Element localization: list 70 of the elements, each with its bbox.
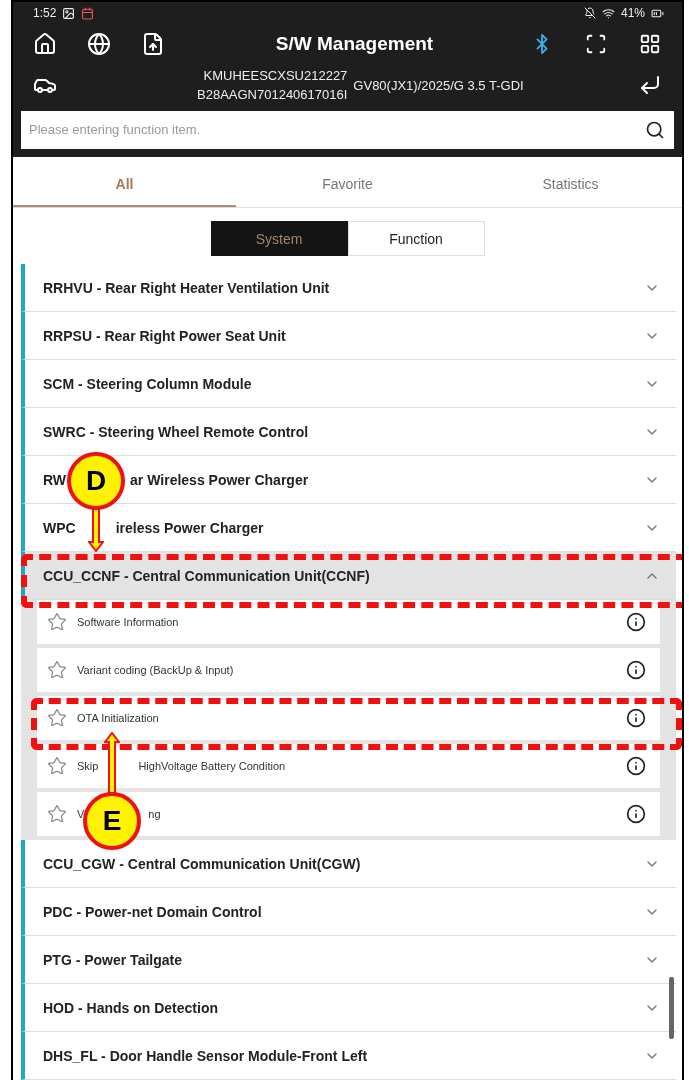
- star-icon[interactable]: [47, 612, 67, 632]
- wifi-icon: [601, 6, 615, 20]
- status-time: 1:52: [33, 6, 57, 21]
- row-label: SWRC - Steering Wheel Remote Control: [43, 423, 309, 440]
- vehicle-model: GV80(JX1)/2025/G 3.5 T-GDI: [353, 77, 524, 93]
- segment-toggle[interactable]: System: [210, 221, 348, 256]
- info-icon[interactable]: [626, 708, 646, 728]
- row-label: ar Wireless Power Charger: [130, 471, 309, 488]
- system-row[interactable]: RRHVU - Rear Right Heater Ventilation Unit: [21, 264, 676, 312]
- star-icon[interactable]: [47, 804, 67, 824]
- row-label: Software Information: [77, 616, 179, 628]
- segment-toggle[interactable]: Function: [347, 221, 485, 256]
- row-label: OTA Initialization: [77, 712, 159, 724]
- vehicle-code: B28AAGN701240617016I: [197, 87, 348, 103]
- row-label: HOD - Hands on Detection: [43, 999, 218, 1016]
- scroll-bar: [669, 977, 674, 1039]
- row-label: CCU_CCNF - Central Communication Unit(CCNF): [43, 567, 370, 584]
- battery-percent: 41%: [620, 6, 645, 21]
- row-label: Skip: [77, 760, 99, 772]
- system-row[interactable]: RRPSU - Rear Right Power Seat Unit: [21, 312, 676, 360]
- row-label: PDC - Power-net Domain Control: [43, 903, 262, 920]
- gallery-icon: [62, 6, 76, 20]
- row-label: CCU_CGW - Central Communication Unit(CGW): [43, 855, 361, 872]
- calendar-icon: [81, 6, 95, 20]
- scan-icon: [585, 33, 607, 56]
- row-label: SCM - Steering Column Module: [43, 375, 252, 392]
- star-icon[interactable]: [47, 660, 67, 680]
- tab[interactable]: Favorite: [236, 162, 459, 207]
- row-label: RW: [43, 471, 67, 488]
- search-field[interactable]: Please entering function item.: [21, 110, 636, 149]
- system-row[interactable]: WPC ireless Power Charger: [21, 504, 676, 552]
- row-label: RRPSU - Rear Right Power Seat Unit: [43, 327, 286, 344]
- document-upload-icon: [141, 32, 165, 57]
- row-label: WPC: [43, 519, 76, 536]
- function-row[interactable]: Variant coding (BackUp & Input): [37, 648, 660, 692]
- row-label: DHS_FL - Door Handle Sensor Module-Front Left: [43, 1047, 368, 1064]
- info-icon[interactable]: [626, 660, 646, 680]
- tab[interactable]: All: [13, 162, 236, 207]
- row-label: ireless Power Charger: [115, 519, 264, 536]
- info-icon[interactable]: [626, 804, 646, 824]
- system-row[interactable]: CCU_CGW - Central Communication Unit(CGW): [21, 840, 676, 888]
- mute-icon: [583, 7, 596, 20]
- system-row[interactable]: HOD - Hands on Detection: [21, 984, 676, 1032]
- vin-text: KMUHEESCXSU212227: [203, 68, 348, 84]
- function-row[interactable]: Skip HighVoltage Battery Condition: [37, 744, 660, 788]
- system-row[interactable]: DHS_FL - Door Handle Sensor Module-Front Left: [21, 1032, 676, 1080]
- globe-icon: [87, 32, 111, 57]
- search-icon: [645, 119, 665, 140]
- search-button[interactable]: [636, 110, 674, 149]
- star-icon[interactable]: [47, 756, 67, 776]
- function-row[interactable]: Software Information: [37, 600, 660, 644]
- home-icon: [33, 32, 57, 57]
- row-label: Variant coding (BackUp & Input): [77, 664, 234, 676]
- row-label: RRHVU - Rear Right Heater Ventilation Unit: [43, 279, 330, 296]
- system-row[interactable]: SWRC - Steering Wheel Remote Control: [21, 408, 676, 456]
- row-label: ng: [148, 808, 161, 820]
- system-row[interactable]: PDC - Power-net Domain Control: [21, 888, 676, 936]
- tab[interactable]: Statistics: [459, 162, 682, 207]
- system-row[interactable]: CCU_CCNF - Central Communication Unit(CCNF): [21, 552, 676, 600]
- function-row[interactable]: OTA Initialization: [37, 696, 660, 740]
- star-icon[interactable]: [47, 708, 67, 728]
- screen-title: S/W Management: [274, 33, 435, 56]
- info-icon[interactable]: [626, 756, 646, 776]
- info-icon[interactable]: [626, 612, 646, 632]
- system-row[interactable]: PTG - Power Tailgate: [21, 936, 676, 984]
- grid-icon: [639, 33, 661, 56]
- row-label: PTG - Power Tailgate: [43, 951, 182, 968]
- system-row[interactable]: SCM - Steering Column Module: [21, 360, 676, 408]
- row-label: V: [77, 808, 85, 820]
- row-label: HighVoltage Battery Condition: [138, 760, 286, 772]
